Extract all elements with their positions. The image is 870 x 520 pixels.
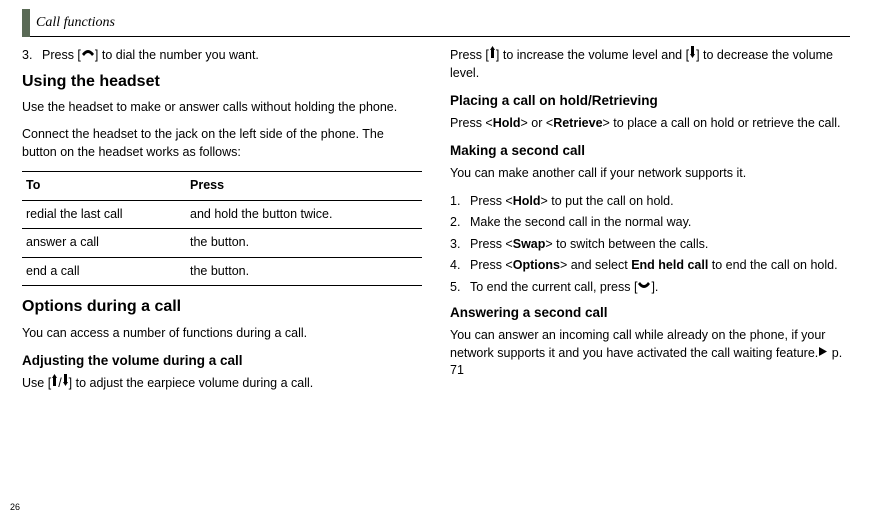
text-fragment: > to put the call on hold.: [541, 194, 674, 208]
step-text: Press <Swap> to switch between the calls…: [470, 236, 850, 254]
list-item: 5. To end the current call, press [].: [450, 279, 850, 297]
step-text: Press <Hold> to put the call on hold.: [470, 193, 850, 211]
list-item: 3. Press <Swap> to switch between the ca…: [450, 236, 850, 254]
menu-item-label: End held call: [631, 258, 708, 272]
heading-adjusting-volume: Adjusting the volume during a call: [22, 352, 422, 371]
table-cell: the button.: [186, 229, 422, 258]
list-item: 4. Press <Options> and select End held c…: [450, 257, 850, 275]
text-fragment: to end the call on hold.: [708, 258, 837, 272]
list-item: 2. Make the second call in the normal wa…: [450, 214, 850, 232]
table-cell: and hold the button twice.: [186, 200, 422, 229]
step-text: Press [ ] to dial the number you want.: [42, 47, 422, 65]
volume-up-icon: [489, 46, 496, 64]
header-accent-bar: [22, 9, 30, 37]
list-item: 1. Press <Hold> to put the call on hold.: [450, 193, 850, 211]
step-number: 1.: [450, 193, 470, 211]
softkey-label: Hold: [513, 194, 541, 208]
table-row: answer a call the button.: [22, 229, 422, 258]
table-header-row: To Press: [22, 172, 422, 201]
volume-down-icon: [62, 374, 69, 392]
text-fragment: > or <: [521, 116, 554, 130]
paragraph: You can access a number of functions dur…: [22, 325, 422, 343]
softkey-label: Options: [513, 258, 560, 272]
right-column: Press [ ] to increase the volume level an…: [450, 47, 850, 403]
softkey-label: Retrieve: [553, 116, 602, 130]
text-fragment: > to switch between the calls.: [545, 237, 708, 251]
table-cell: redial the last call: [22, 200, 186, 229]
text-fragment: Press <: [450, 116, 493, 130]
page-title: Call functions: [36, 13, 115, 34]
paragraph: Use the headset to make or answer calls …: [22, 99, 422, 117]
page-number: 26: [10, 501, 20, 514]
volume-up-icon: [51, 374, 58, 392]
step-number: 2.: [450, 214, 470, 232]
step-number: 4.: [450, 257, 470, 275]
text-fragment: Press <: [470, 194, 513, 208]
paragraph: You can make another call if your networ…: [450, 165, 850, 183]
step-text: To end the current call, press [].: [470, 279, 850, 297]
headset-table: To Press redial the last call and hold t…: [22, 171, 422, 286]
paragraph: You can answer an incoming call while al…: [450, 327, 850, 380]
triangle-right-icon: [818, 344, 828, 362]
text-fragment: Press [: [42, 48, 81, 62]
left-column: 3. Press [ ] to dial the number you want.…: [22, 47, 422, 403]
table-row: end a call the button.: [22, 257, 422, 286]
table-cell: answer a call: [22, 229, 186, 258]
heading-second-call: Making a second call: [450, 142, 850, 161]
content-columns: 3. Press [ ] to dial the number you want.…: [22, 47, 850, 403]
table-row: redial the last call and hold the button…: [22, 200, 422, 229]
text-fragment: > to place a call on hold or retrieve th…: [603, 116, 841, 130]
dial-icon: [81, 46, 95, 64]
text-fragment: To end the current call, press [: [470, 280, 637, 294]
step-number: 5.: [450, 279, 470, 297]
text-fragment: Press <: [470, 237, 513, 251]
table-header-to: To: [22, 172, 186, 201]
heading-using-headset: Using the headset: [22, 71, 422, 93]
paragraph: Press <Hold> or <Retrieve> to place a ca…: [450, 115, 850, 133]
heading-answer-second: Answering a second call: [450, 304, 850, 323]
page-header: Call functions: [22, 6, 850, 37]
table-cell: end a call: [22, 257, 186, 286]
end-call-icon: [637, 278, 651, 296]
volume-down-icon: [689, 46, 696, 64]
heading-hold-retrieve: Placing a call on hold/Retrieving: [450, 92, 850, 111]
step-number: 3.: [450, 236, 470, 254]
paragraph: Press [ ] to increase the volume level an…: [450, 47, 850, 82]
paragraph: Connect the headset to the jack on the l…: [22, 126, 422, 161]
softkey-label: Hold: [493, 116, 521, 130]
text-fragment: You can answer an incoming call while al…: [450, 328, 825, 360]
table-cell: the button.: [186, 257, 422, 286]
text-fragment: ] to dial the number you want.: [95, 48, 259, 62]
step-number: 3.: [22, 47, 42, 65]
step-3: 3. Press [ ] to dial the number you want.: [22, 47, 422, 65]
text-fragment: ].: [651, 280, 658, 294]
heading-options-during-call: Options during a call: [22, 296, 422, 318]
text-fragment: ] to adjust the earpiece volume during a…: [69, 376, 314, 390]
text-fragment: Use [: [22, 376, 51, 390]
step-text: Make the second call in the normal way.: [470, 214, 850, 232]
step-text: Press <Options> and select End held call…: [470, 257, 850, 275]
text-fragment: ] to increase the volume level and [: [496, 48, 689, 62]
table-header-press: Press: [186, 172, 422, 201]
paragraph: Use [/] to adjust the earpiece volume du…: [22, 375, 422, 393]
text-fragment: Press [: [450, 48, 489, 62]
text-fragment: Press <: [470, 258, 513, 272]
text-fragment: > and select: [560, 258, 631, 272]
softkey-label: Swap: [513, 237, 546, 251]
